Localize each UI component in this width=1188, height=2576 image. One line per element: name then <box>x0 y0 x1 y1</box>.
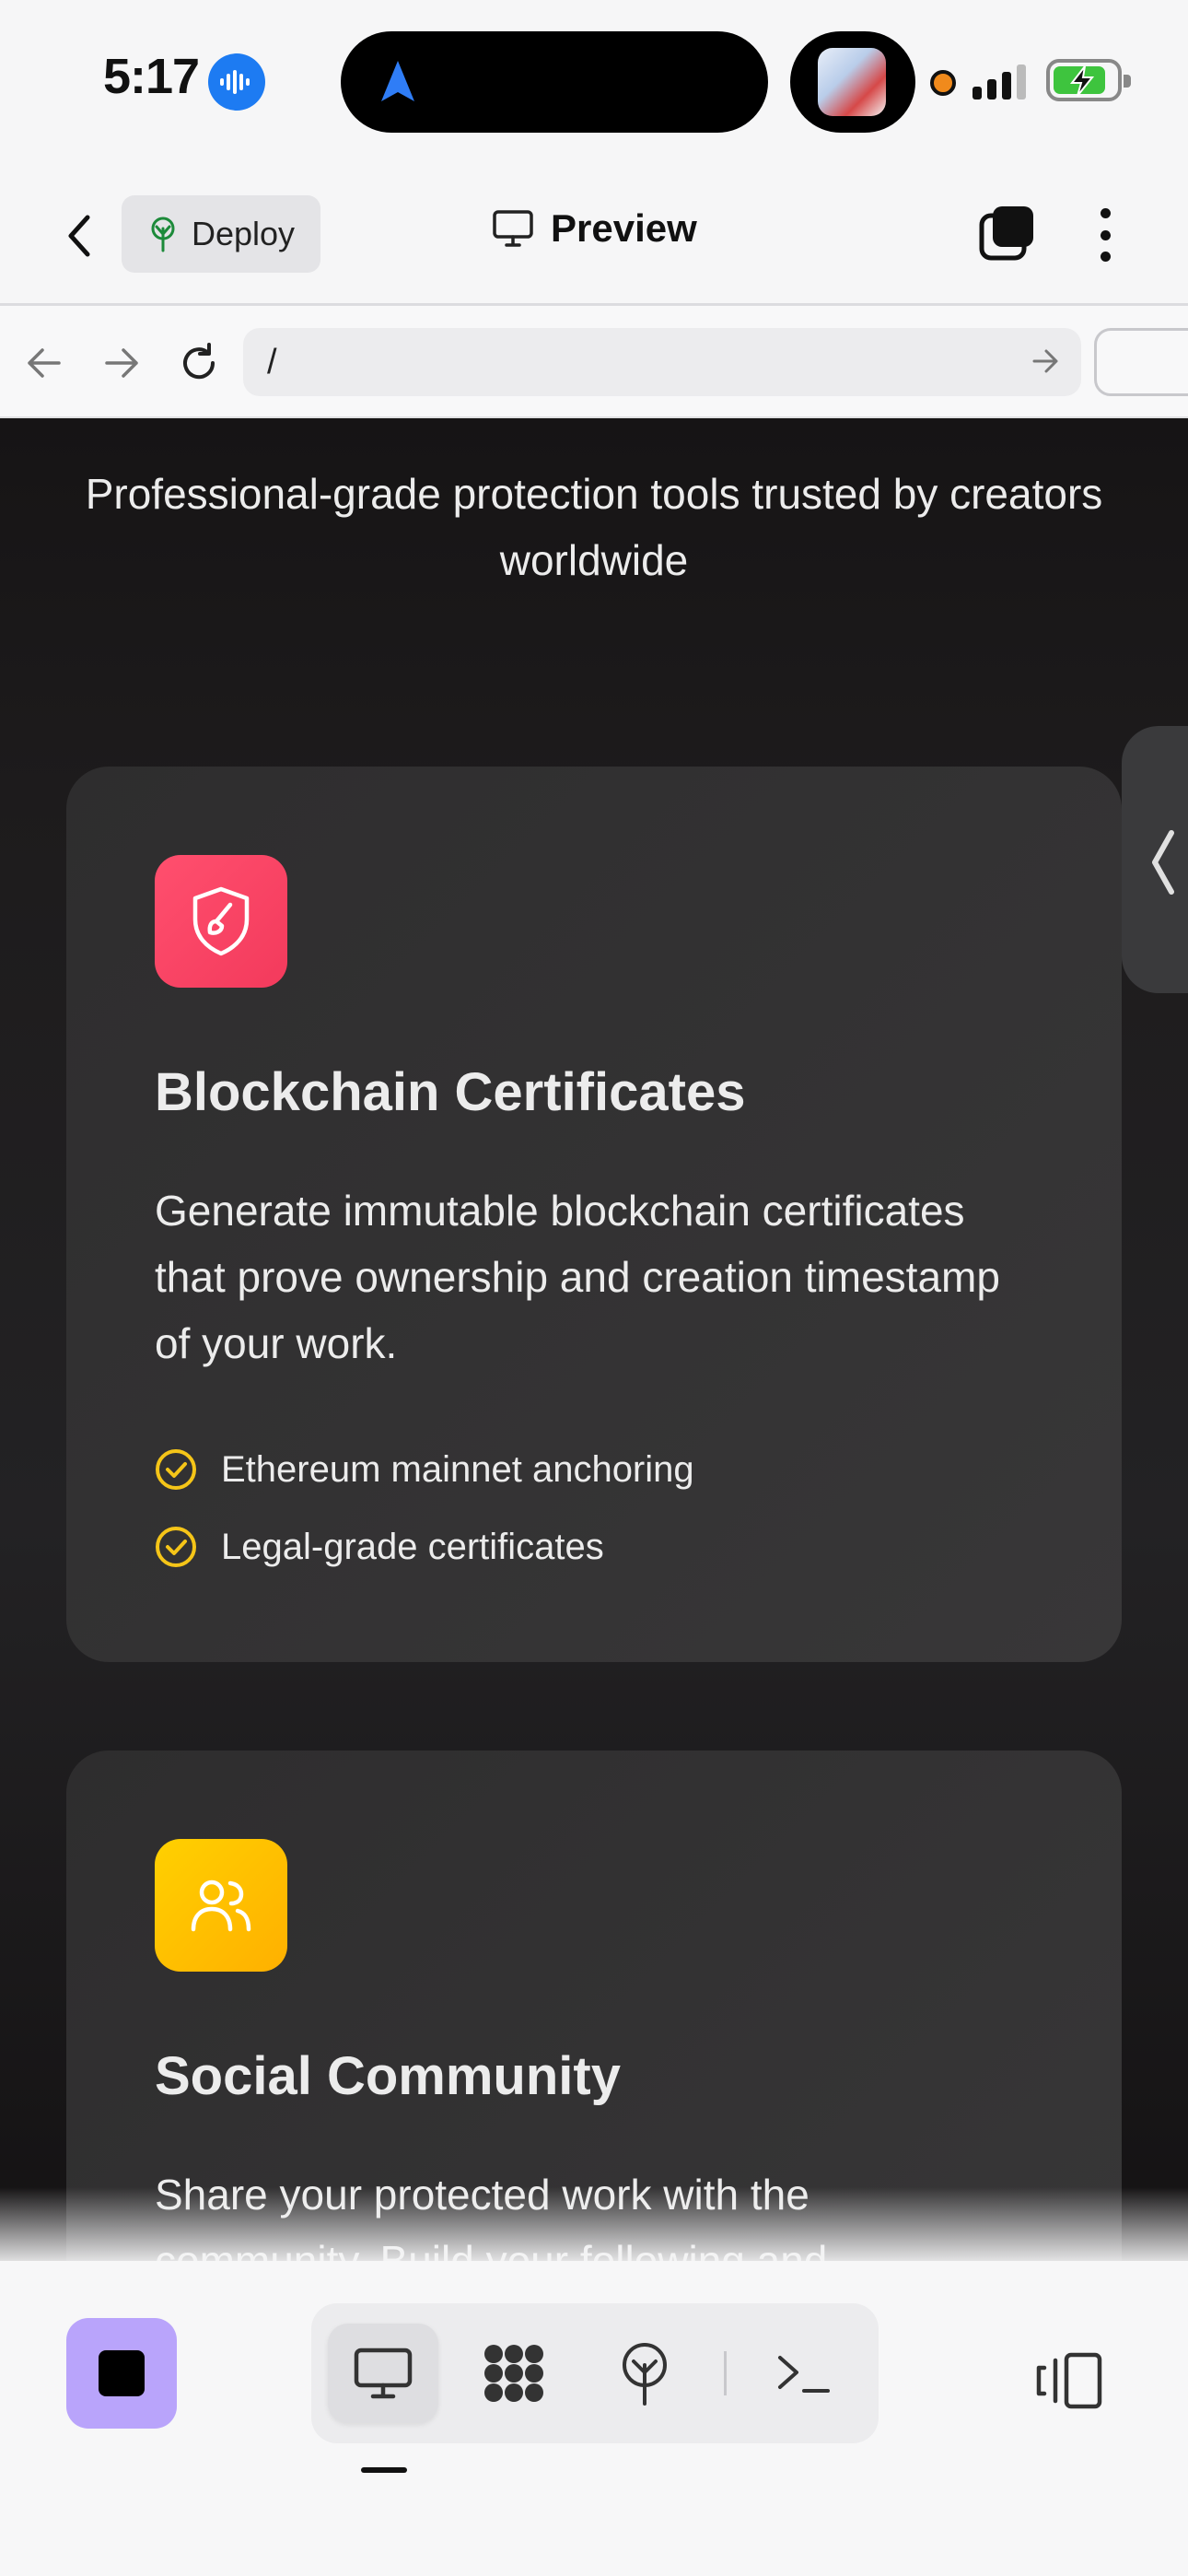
layout-toggle-button[interactable] <box>1031 2348 1105 2412</box>
tab-desktop-preview[interactable] <box>328 2324 438 2423</box>
tabs-icon <box>979 206 1033 261</box>
terminal-icon <box>778 2356 830 2393</box>
stop-icon <box>99 2350 145 2396</box>
chevron-left-icon <box>1152 830 1174 895</box>
deploy-button[interactable]: Deploy <box>122 195 320 273</box>
feature-label: Legal-grade certificates <box>221 1526 604 1567</box>
voice-indicator-icon <box>208 53 265 111</box>
status-bar: 5:17 <box>0 0 1188 166</box>
section-subtitle: Professional-grade protection tools trus… <box>85 470 1103 584</box>
arrow-left-icon <box>28 348 61 378</box>
tab-deploy[interactable] <box>589 2324 700 2423</box>
feature-item: Ethereum mainnet anchoring <box>155 1448 694 1491</box>
tab-terminal[interactable] <box>748 2324 858 2423</box>
preview-label: Preview <box>551 206 697 250</box>
app-thumbnail <box>818 48 886 116</box>
web-preview: Professional-grade protection tools trus… <box>0 418 1188 2261</box>
monitor-icon <box>493 210 533 247</box>
browser-forward-button[interactable] <box>96 337 147 389</box>
url-text: / <box>267 343 277 381</box>
check-circle-icon <box>156 1527 196 1567</box>
monitor-icon <box>354 2348 413 2399</box>
side-panel-handle[interactable] <box>1122 726 1188 993</box>
card-description: Generate immutable blockchain certificat… <box>155 1187 1000 1367</box>
tab-workflows[interactable] <box>459 2324 569 2423</box>
deploy-tree-icon <box>623 2343 667 2406</box>
bottom-toolbar <box>0 2261 1188 2576</box>
feature-card-blockchain: Blockchain Certificates Generate immutab… <box>66 767 1122 1662</box>
back-button[interactable] <box>55 208 103 263</box>
status-time: 5:17 <box>103 49 200 104</box>
signal-icon <box>973 63 1026 100</box>
url-input[interactable]: / <box>243 328 1081 396</box>
chevron-left-icon <box>68 215 90 257</box>
more-options-button[interactable] <box>1087 203 1124 267</box>
arrow-right-icon <box>105 348 138 378</box>
feature-item: Legal-grade certificates <box>155 1526 604 1568</box>
feature-label: Ethereum mainnet anchoring <box>221 1448 694 1490</box>
card-title: Blockchain Certificates <box>155 1062 746 1122</box>
live-activity <box>790 31 915 133</box>
split-view-icon <box>1036 2352 1102 2409</box>
view-switcher <box>311 2303 879 2443</box>
browser-bar: / <box>0 306 1188 418</box>
battery-icon <box>1046 59 1131 101</box>
shield-brush-icon <box>155 855 287 988</box>
deploy-tree-icon <box>151 217 175 252</box>
content-fade <box>0 2187 1188 2261</box>
tabs-button[interactable] <box>978 203 1037 262</box>
browser-back-button[interactable] <box>18 337 70 389</box>
recording-indicator-icon <box>930 70 956 96</box>
browser-extra-control[interactable] <box>1094 328 1188 396</box>
segment-divider <box>724 2351 727 2395</box>
deploy-label: Deploy <box>192 215 296 252</box>
nodes-grid-icon <box>484 2345 543 2402</box>
navigation-arrow-icon <box>381 61 414 101</box>
reload-button[interactable] <box>173 337 225 389</box>
check-circle-icon <box>156 1449 196 1490</box>
card-title: Social Community <box>155 2046 621 2106</box>
reload-icon <box>183 343 215 380</box>
go-arrow-icon[interactable] <box>1031 348 1059 374</box>
stop-button[interactable] <box>66 2318 177 2429</box>
app-header: Deploy Preview <box>0 166 1188 306</box>
dynamic-island <box>341 31 768 133</box>
preview-title: Preview <box>492 206 697 251</box>
users-icon <box>155 1839 287 1972</box>
active-tab-indicator <box>361 2467 407 2473</box>
feature-card-community: Social Community Share your protected wo… <box>66 1751 1122 2261</box>
